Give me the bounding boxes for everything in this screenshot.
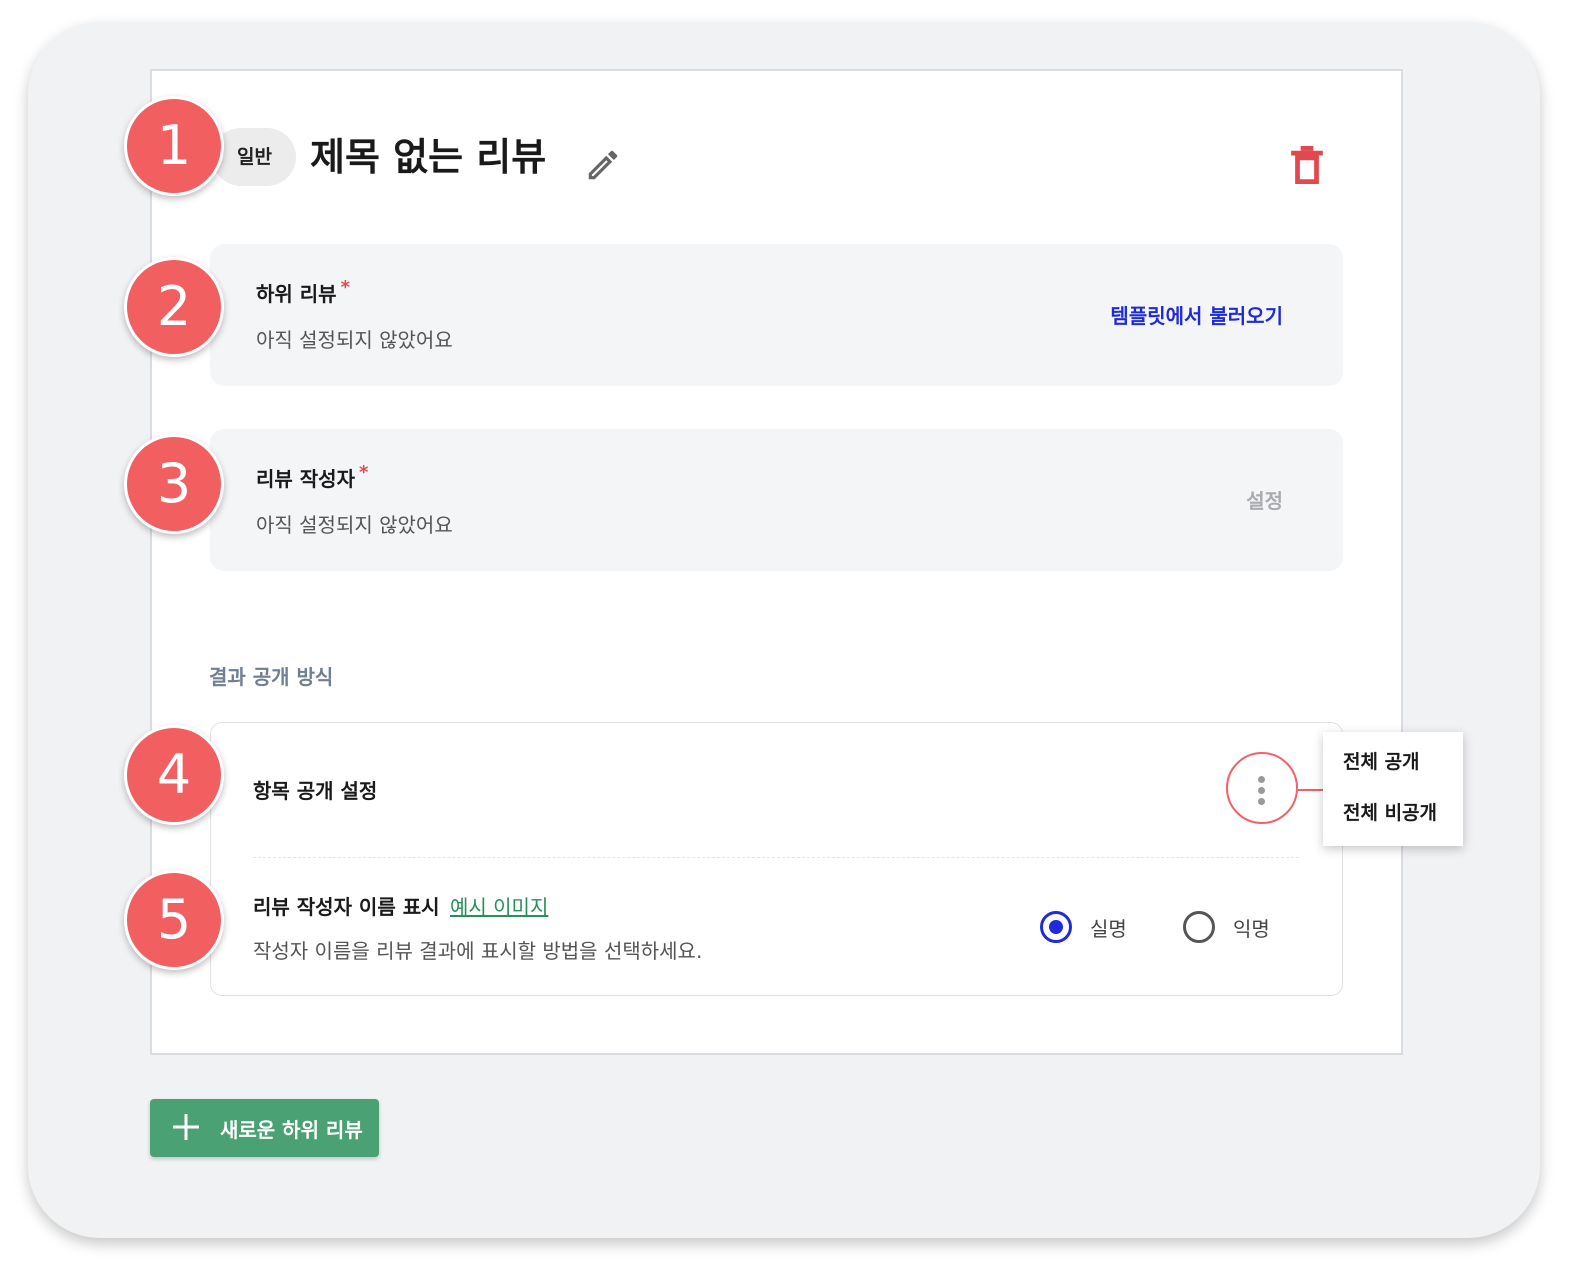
sub-review-panel: 하위 리뷰 * 아직 설정되지 않았어요 템플릿에서 불러오기 (210, 244, 1343, 386)
callout-connector (1298, 789, 1324, 791)
load-template-link[interactable]: 템플릿에서 불러오기 (1110, 300, 1283, 329)
real-name-label[interactable]: 실명 (1090, 913, 1127, 942)
example-image-link[interactable]: 예시 이미지 (450, 891, 548, 920)
menu-item-public-all[interactable]: 전체 공개 (1343, 747, 1420, 774)
real-name-radio[interactable] (1040, 911, 1072, 943)
category-tag[interactable]: 일반 (212, 128, 296, 186)
visibility-dropdown-menu: 전체 공개 전체 비공개 (1323, 732, 1463, 846)
reviewer-status: 아직 설정되지 않았어요 (256, 513, 453, 537)
annotation-marker-4: 4 (124, 725, 224, 825)
reviewer-label: 리뷰 작성자 * (256, 462, 369, 491)
divider (253, 857, 1299, 858)
trash-icon[interactable] (1290, 146, 1324, 184)
required-mark: * (340, 277, 350, 298)
kebab-dot (1258, 787, 1265, 794)
sub-review-label: 하위 리뷰 * (256, 277, 350, 306)
menu-item-private-all[interactable]: 전체 비공개 (1343, 798, 1437, 825)
pencil-icon[interactable] (584, 146, 622, 184)
kebab-menu-button[interactable] (1226, 752, 1298, 824)
item-visibility-title: 항목 공개 설정 (253, 779, 378, 803)
annotation-marker-1: 1 (124, 96, 224, 196)
result-settings-box: 항목 공개 설정 리뷰 작성자 이름 표시 예시 이미지 작성자 이름을 리뷰 … (210, 722, 1343, 996)
kebab-menu-icon (1258, 776, 1265, 783)
anonymous-label[interactable]: 익명 (1233, 913, 1270, 942)
reviewer-settings-button[interactable]: 설정 (1246, 485, 1283, 514)
kebab-dot (1258, 798, 1265, 805)
name-display-description: 작성자 이름을 리뷰 결과에 표시할 방법을 선택하세요. (253, 939, 703, 963)
new-sub-review-label: 새로운 하위 리뷰 (220, 1118, 363, 1142)
name-display-title: 리뷰 작성자 이름 표시 (253, 895, 440, 919)
annotation-marker-5: 5 (124, 870, 224, 970)
reviewer-panel: 리뷰 작성자 * 아직 설정되지 않았어요 설정 (210, 429, 1343, 571)
annotation-marker-2: 2 (124, 257, 224, 357)
anonymous-radio[interactable] (1183, 911, 1215, 943)
review-title: 제목 없는 리뷰 (310, 135, 547, 179)
new-sub-review-button[interactable]: 새로운 하위 리뷰 (150, 1099, 379, 1157)
annotation-marker-3: 3 (124, 434, 224, 534)
sub-review-status: 아직 설정되지 않았어요 (256, 328, 453, 352)
plus-icon (173, 1114, 199, 1140)
result-section-heading: 결과 공개 방식 (209, 665, 334, 689)
required-mark: * (358, 462, 369, 483)
